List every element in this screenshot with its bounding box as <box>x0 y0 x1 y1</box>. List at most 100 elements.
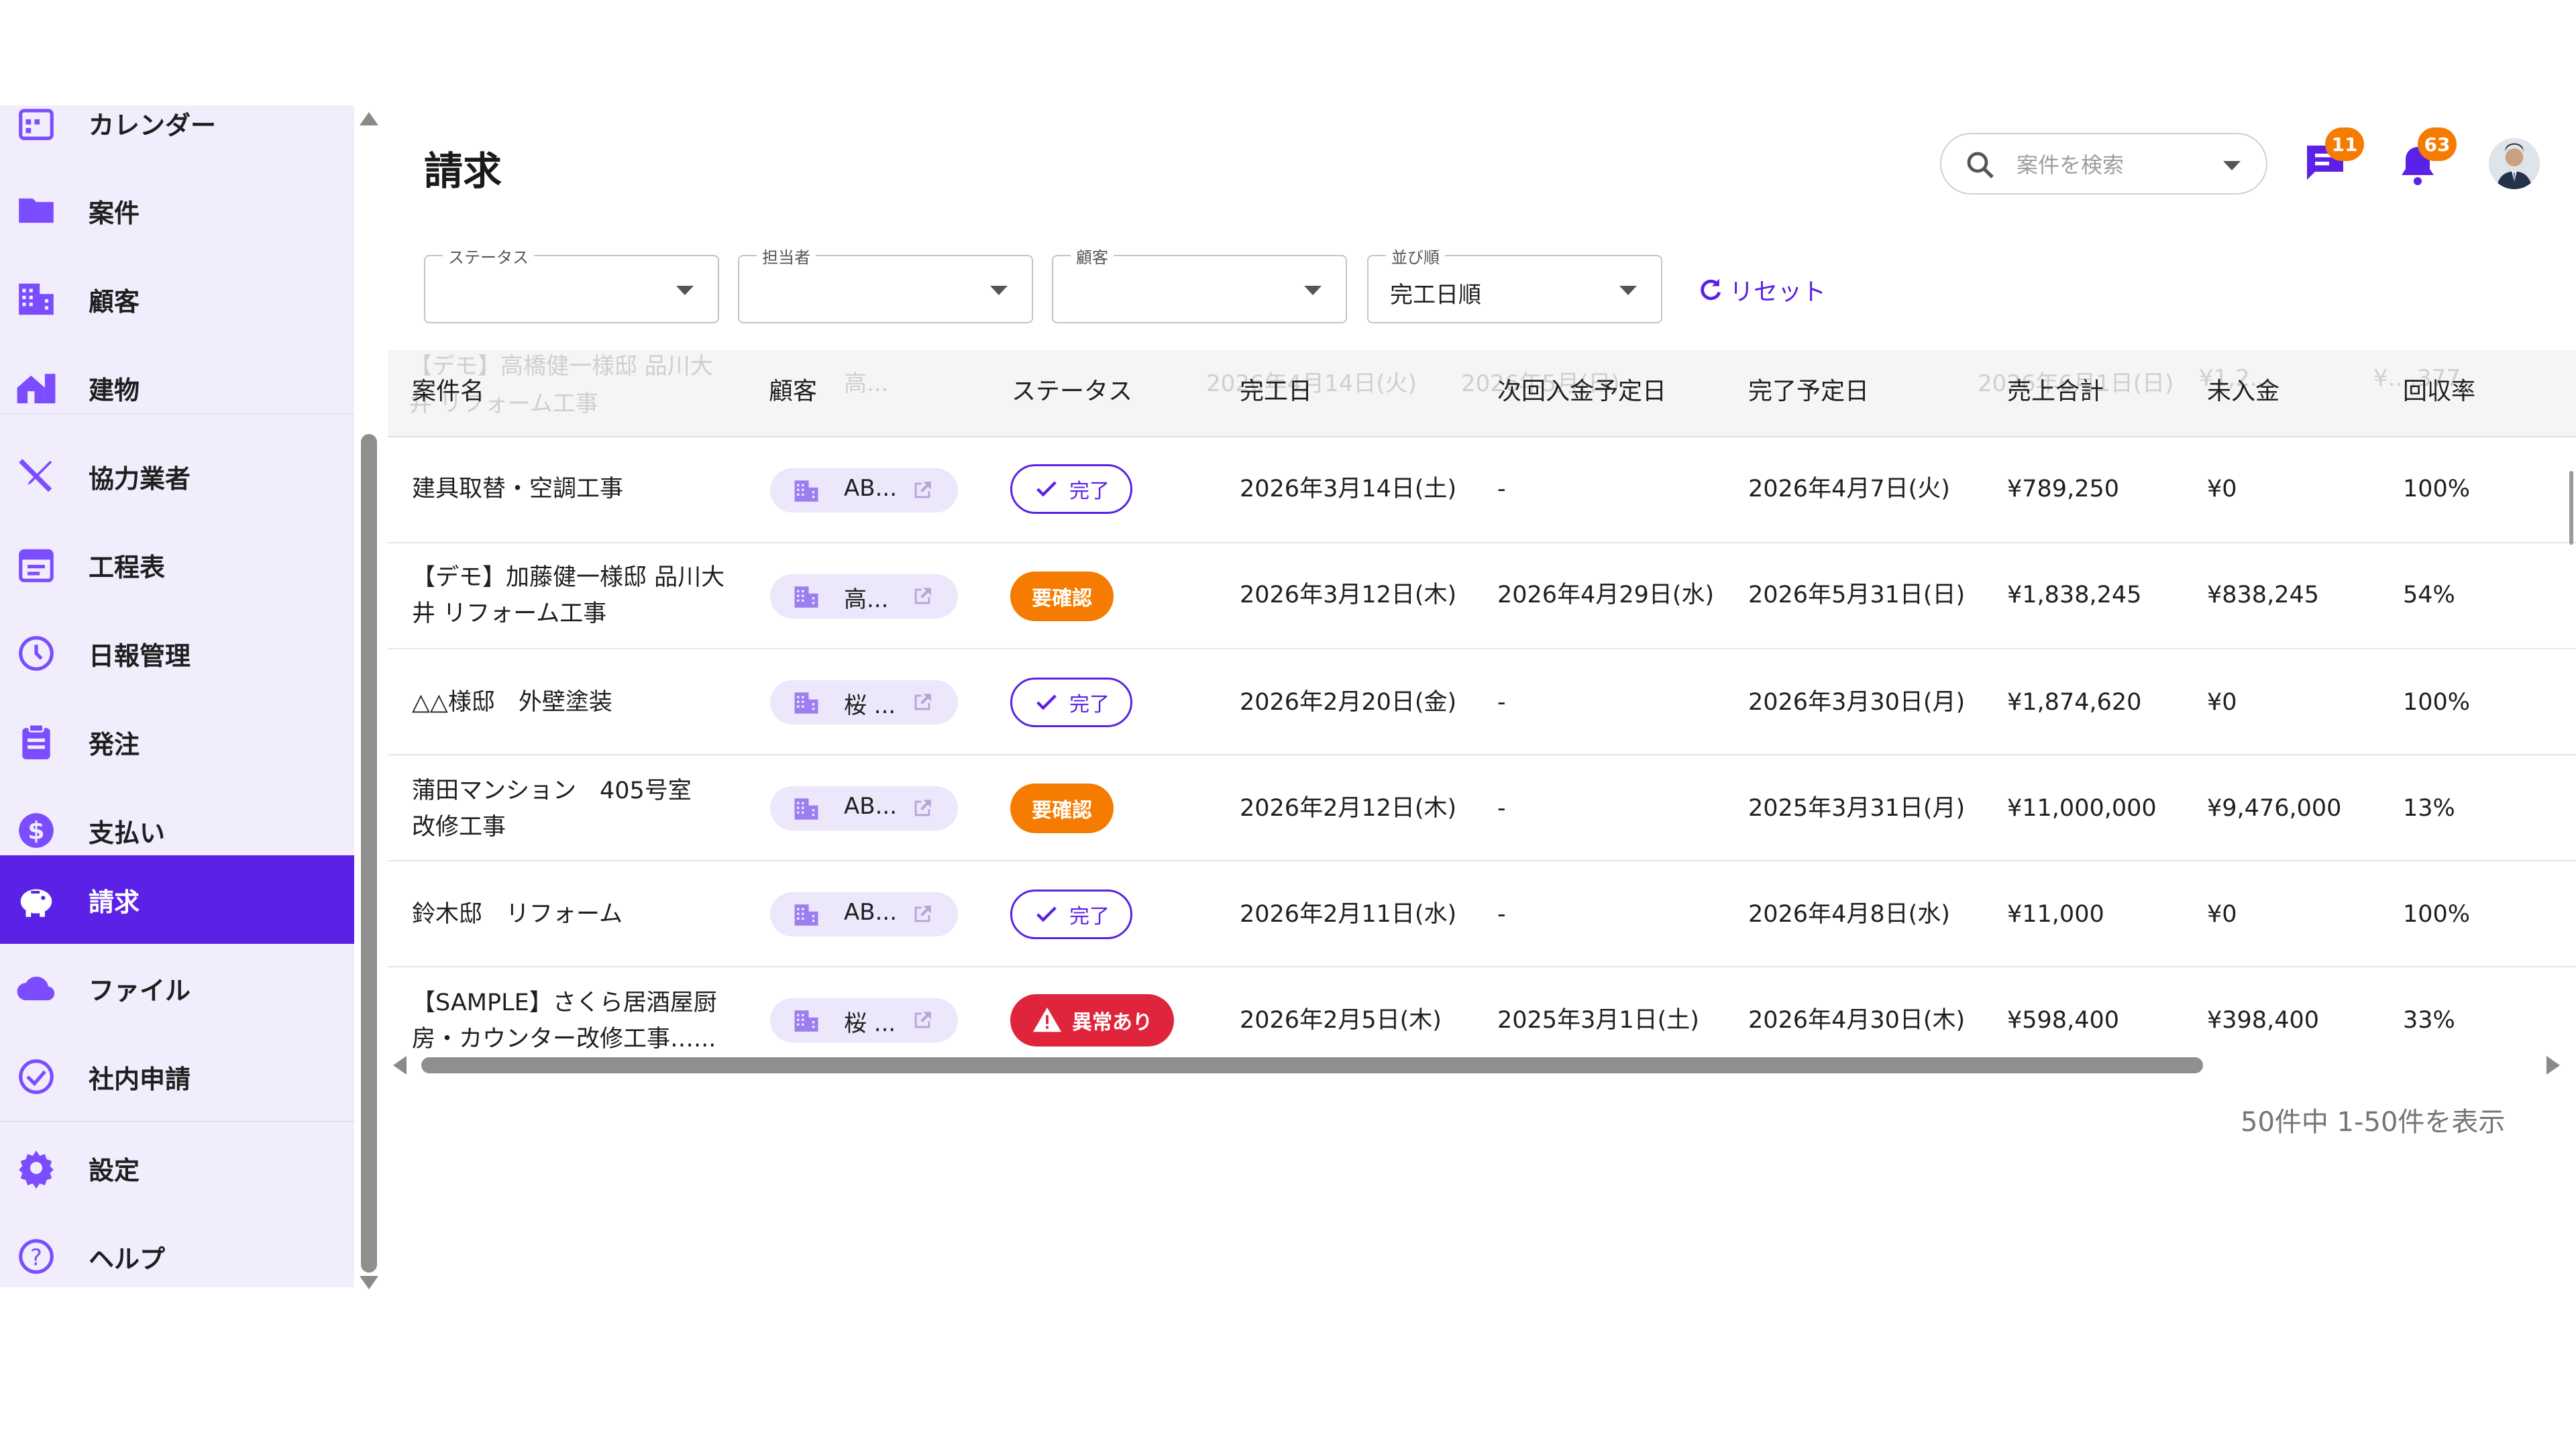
column-header-customer[interactable]: 顧客 <box>769 372 817 407</box>
search-input[interactable] <box>2017 148 2211 182</box>
status-badge: 完了 <box>1010 890 1132 939</box>
table-row[interactable]: 鈴木邸 リフォーム AB... 完了 2026年2月11日(水) - 2026年… <box>388 861 2576 967</box>
scroll-up-arrow-icon[interactable] <box>360 112 378 125</box>
column-header-unpaid[interactable]: 未入金 <box>2207 372 2279 407</box>
table-row[interactable]: △△様邸 外壁塗装 桜 ... 完了 2026年2月20日(金) - 2026年… <box>388 649 2576 755</box>
sidebar-item-label: 設定 <box>89 1155 140 1185</box>
status-badge: 完了 <box>1010 678 1132 727</box>
customer-chip[interactable]: AB... <box>770 786 958 830</box>
completed-date: 2026年2月5日(木) <box>1240 1007 1442 1034</box>
sidebar-item-label: 協力業者 <box>89 464 191 494</box>
project-name[interactable]: 【SAMPLE】さくら居酒屋厨 <box>412 985 717 1021</box>
user-avatar-icon <box>2489 138 2540 189</box>
external-link-icon[interactable] <box>911 585 934 608</box>
external-link-icon[interactable] <box>911 903 934 926</box>
project-name[interactable]: △△様邸 外壁塗装 <box>412 684 612 720</box>
sidebar-item-label: 工程表 <box>89 552 166 582</box>
status-filter-label: ステータス <box>443 244 534 268</box>
folder-icon <box>15 189 58 232</box>
scrollbar-thumb[interactable] <box>2569 471 2573 545</box>
customer-name: 高... <box>844 586 889 613</box>
sidebar-item-daily-report[interactable]: 日報管理 <box>0 609 354 698</box>
project-search[interactable] <box>1940 133 2267 195</box>
project-name[interactable]: 建具取替・空調工事 <box>412 471 623 507</box>
customer-name: AB... <box>844 475 898 502</box>
table-row[interactable]: 建具取替・空調工事 AB... 完了 2026年3月14日(土) - 2026年… <box>388 437 2576 543</box>
table-row[interactable]: 【デモ】加藤健一様邸 品川大 井 リフォーム工事 高... 要確認 2026年3… <box>388 543 2576 649</box>
project-name[interactable]: 【デモ】加藤健一様邸 品川大 <box>412 559 724 596</box>
sidebar-item-billing[interactable]: 請求 <box>0 855 354 944</box>
due-date: 2026年4月30日(木) <box>1748 1007 1966 1034</box>
sidebar-item-help[interactable]: ? ヘルプ <box>0 1212 354 1287</box>
unpaid-amount: ¥0 <box>2207 476 2237 502</box>
sidebar-item-settings[interactable]: 設定 <box>0 1124 354 1212</box>
sidebar-item-schedule[interactable]: 工程表 <box>0 521 354 609</box>
project-name[interactable]: 鈴木邸 リフォーム <box>412 896 623 932</box>
sidebar-item-projects[interactable]: 案件 <box>0 166 354 255</box>
column-header-completed[interactable]: 完工日 <box>1240 372 1312 407</box>
check-icon <box>1036 906 1057 922</box>
sidebar-item-label: 顧客 <box>89 286 140 317</box>
project-name-line2[interactable]: 改修工事 <box>412 809 506 845</box>
project-name-line2[interactable]: 井 リフォーム工事 <box>412 596 606 632</box>
customer-chip[interactable]: 高... <box>770 574 958 619</box>
building-icon <box>794 480 818 502</box>
column-header-sales[interactable]: 売上合計 <box>2007 372 2104 407</box>
avatar[interactable] <box>2489 138 2540 189</box>
chevron-down-icon <box>1619 286 1637 295</box>
sidebar-item-label: ファイル <box>89 975 191 1006</box>
sidebar-item-customers[interactable]: 顧客 <box>0 255 354 343</box>
customer-chip[interactable]: AB... <box>770 892 958 936</box>
building-icon <box>794 586 818 608</box>
due-date: 2026年4月8日(水) <box>1748 901 1950 928</box>
assignee-filter[interactable]: 担当者 <box>738 244 1033 323</box>
sidebar-item-partners[interactable]: 協力業者 <box>0 432 354 521</box>
column-header-status[interactable]: ステータス <box>1012 372 1132 407</box>
external-link-icon[interactable] <box>911 797 934 820</box>
customer-name: 桜 ... <box>844 1010 896 1037</box>
check-icon <box>1036 694 1057 710</box>
status-badge: 完了 <box>1010 464 1132 514</box>
column-header-next-payment[interactable]: 次回入金予定日 <box>1497 372 1666 407</box>
scroll-right-arrow-icon[interactable] <box>2546 1056 2560 1075</box>
column-header-project[interactable]: 案件名 <box>412 372 484 407</box>
sidebar-scrollbar[interactable] <box>356 105 384 1289</box>
external-link-icon[interactable] <box>911 691 934 714</box>
completed-date: 2026年3月14日(土) <box>1240 476 1457 502</box>
external-link-icon[interactable] <box>911 1009 934 1032</box>
customer-filter[interactable]: 顧客 <box>1052 244 1347 323</box>
sidebar-item-files[interactable]: ファイル <box>0 944 354 1032</box>
calendar-icon <box>15 105 58 144</box>
status-filter[interactable]: ステータス <box>424 244 719 323</box>
sidebar-item-calendar[interactable]: カレンダー <box>0 105 354 167</box>
sidebar-item-orders[interactable]: 発注 <box>0 698 354 786</box>
table-row[interactable]: 【SAMPLE】さくら居酒屋厨 房・カウンター改修工事…... 桜 ... 異常… <box>388 967 2576 1052</box>
sales-total: ¥11,000 <box>2007 901 2104 928</box>
building-icon <box>794 798 818 820</box>
column-header-rate[interactable]: 回収率 <box>2403 372 2475 407</box>
table-row[interactable]: 蒲田マンション 405号室 改修工事 AB... 要確認 2026年2月12日(… <box>388 755 2576 861</box>
sort-select[interactable]: 並び順 完工日順 <box>1367 244 1662 323</box>
chevron-down-icon[interactable] <box>2223 161 2241 170</box>
customer-chip[interactable]: 桜 ... <box>770 998 958 1042</box>
sidebar-item-label: 請求 <box>89 887 140 917</box>
customer-chip[interactable]: AB... <box>770 468 958 513</box>
refresh-icon <box>1701 278 1721 301</box>
scroll-left-arrow-icon[interactable] <box>393 1056 407 1075</box>
completed-date: 2026年2月12日(木) <box>1240 795 1457 822</box>
scroll-down-arrow-icon[interactable] <box>360 1276 378 1289</box>
scrollbar-thumb[interactable] <box>421 1057 2203 1073</box>
table-vertical-scrollbar[interactable] <box>2568 350 2576 1052</box>
sidebar-item-internal-requests[interactable]: 社内申請 <box>0 1032 354 1121</box>
sidebar-item-label: ヘルプ <box>89 1244 166 1274</box>
table-horizontal-scrollbar[interactable] <box>388 1052 2576 1079</box>
project-name[interactable]: 蒲田マンション 405号室 <box>412 773 692 809</box>
reset-button[interactable]: リセット <box>1696 271 1826 309</box>
next-payment-date: - <box>1497 795 1506 822</box>
external-link-icon[interactable] <box>911 479 934 502</box>
column-header-due[interactable]: 完了予定日 <box>1748 372 1869 407</box>
project-name-line2[interactable]: 房・カウンター改修工事…... <box>412 1021 716 1052</box>
sidebar-item-buildings[interactable]: 建物 <box>0 343 354 432</box>
customer-chip[interactable]: 桜 ... <box>770 680 958 724</box>
scrollbar-thumb[interactable] <box>361 434 377 1273</box>
